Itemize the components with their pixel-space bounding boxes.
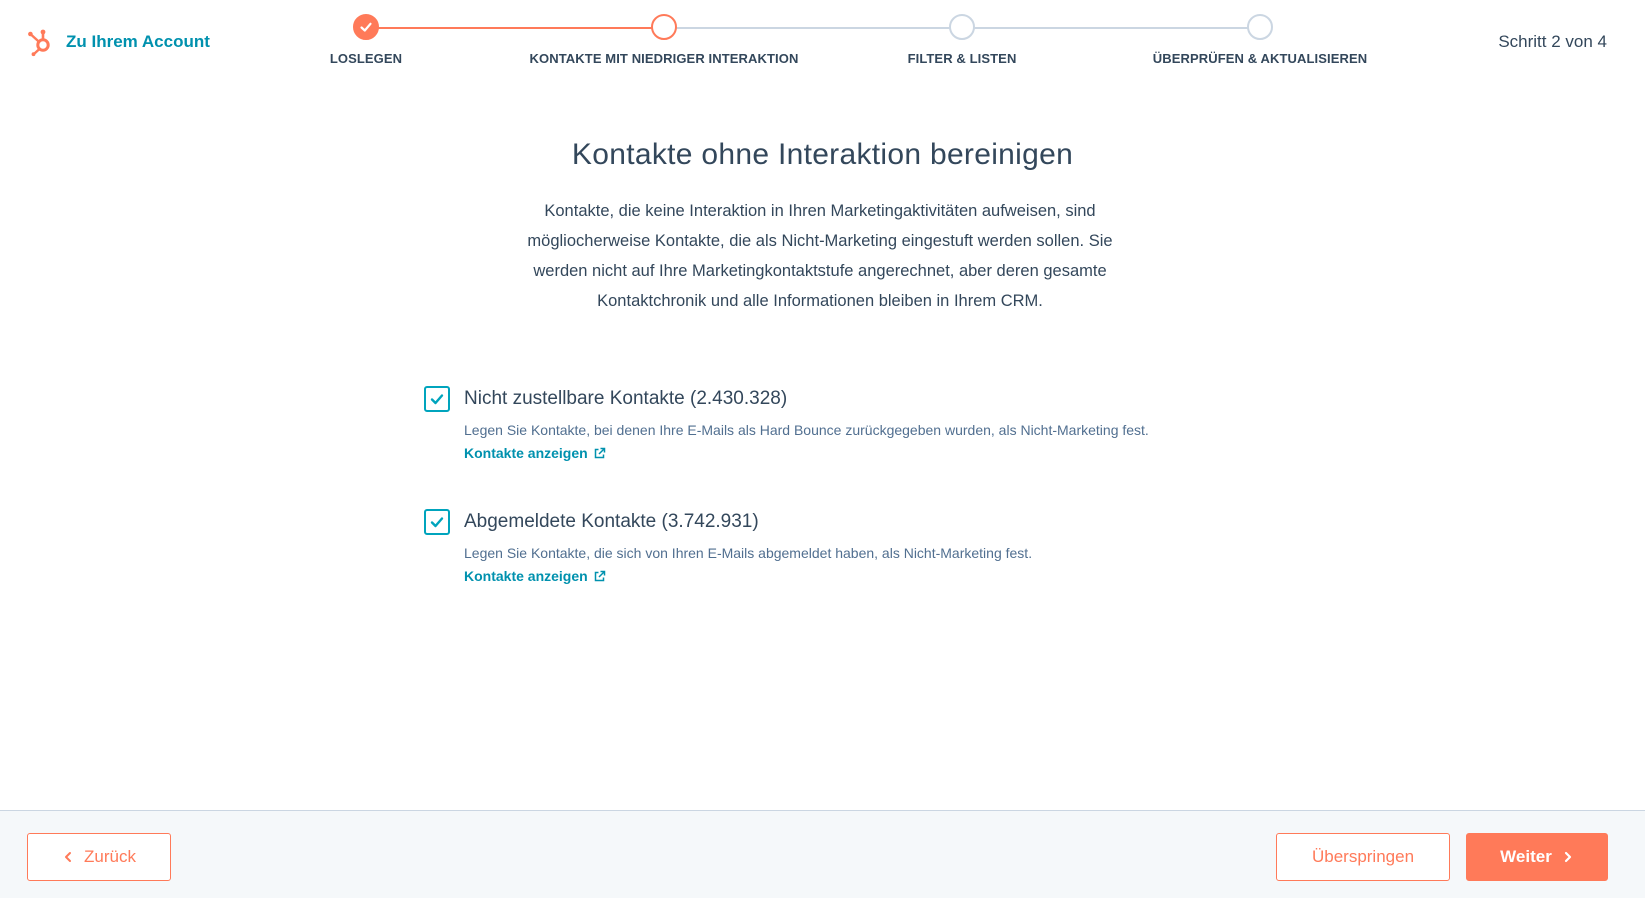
chevron-left-icon [65, 852, 72, 862]
skip-button-label: Überspringen [1311, 847, 1415, 866]
intro-line: mögliocherweise Kontakte, die als Nicht-… [527, 232, 1113, 250]
step-label: LOSLEGEN [329, 51, 403, 66]
back-button-label: Zurück [84, 847, 136, 866]
step-label: FILTER & LISTEN [907, 51, 1017, 66]
skip-button[interactable]: Überspringen [1276, 833, 1450, 881]
step-current-indicator [651, 14, 677, 40]
undeliverable-contacts-checkbox[interactable] [424, 386, 450, 412]
next-button-label: Weiter [1500, 847, 1552, 866]
chevron-right-icon [1564, 851, 1571, 863]
step-filter-listen: FILTER & LISTEN [832, 14, 1092, 66]
step-ueberpruefen-aktualisieren: ÜBERPRÜFEN & AKTUALISIEREN [1130, 14, 1390, 66]
view-undeliverable-contacts-link[interactable]: Kontakte anzeigen [464, 445, 606, 461]
back-to-account-link[interactable]: Zu Ihrem Account [26, 24, 210, 60]
unsubscribed-contacts-checkbox[interactable] [424, 509, 450, 535]
hubspot-sprocket-icon [28, 29, 50, 57]
next-button[interactable]: Weiter [1466, 833, 1608, 881]
step-kontakte-niedrige-interaktion: KONTAKTE MIT NIEDRIGER INTERAKTION [530, 14, 798, 66]
intro-line: Kontakte, die keine Interaktion in Ihren… [544, 202, 1096, 220]
option-description: Legen Sie Kontakte, die sich von Ihren E… [464, 545, 1033, 561]
link-label: Kontakte anzeigen [464, 445, 588, 461]
header: Zu Ihrem Account LOSLEGEN KONTAKTE MIT N… [0, 0, 1645, 90]
progress-stepper: LOSLEGEN KONTAKTE MIT NIEDRIGER INTERAKT… [320, 14, 1440, 74]
footer-bar: Zurück Überspringen Weiter [0, 810, 1645, 898]
intro-line: Kontaktchronik und alle Informationen bl… [597, 292, 1043, 310]
back-button[interactable]: Zurück [27, 833, 171, 881]
option-title[interactable]: Abgemeldete Kontakte (3.742.931) [464, 511, 759, 533]
page-title: Kontakte ohne Interaktion bereinigen [571, 138, 1074, 171]
step-upcoming-indicator [1247, 14, 1273, 40]
check-icon [430, 394, 444, 405]
back-to-account-label: Zu Ihrem Account [66, 32, 210, 51]
check-icon [430, 517, 444, 528]
step-counter: Schritt 2 von 4 [1498, 32, 1607, 51]
external-link-icon [594, 570, 605, 581]
option-description: Legen Sie Kontakte, bei denen Ihre E-Mai… [464, 422, 1149, 438]
step-loslegen: LOSLEGEN [236, 14, 496, 66]
step-upcoming-indicator [949, 14, 975, 40]
step-done-indicator [353, 14, 379, 40]
step-label: KONTAKTE MIT NIEDRIGER INTERAKTION [529, 51, 799, 66]
link-label: Kontakte anzeigen [464, 568, 588, 584]
view-unsubscribed-contacts-link[interactable]: Kontakte anzeigen [464, 568, 606, 584]
check-icon [360, 22, 372, 32]
step-label: ÜBERPRÜFEN & AKTUALISIEREN [1152, 51, 1368, 66]
intro-line: werden nicht auf Ihre Marketingkontaktst… [533, 262, 1107, 280]
option-title[interactable]: Nicht zustellbare Kontakte (2.430.328) [464, 388, 787, 410]
main-content: Kontakte ohne Interaktion bereinigen Kon… [0, 90, 1645, 810]
external-link-icon [594, 447, 605, 458]
intro-text: Kontakte, die keine Interaktion in Ihren… [480, 196, 1160, 316]
